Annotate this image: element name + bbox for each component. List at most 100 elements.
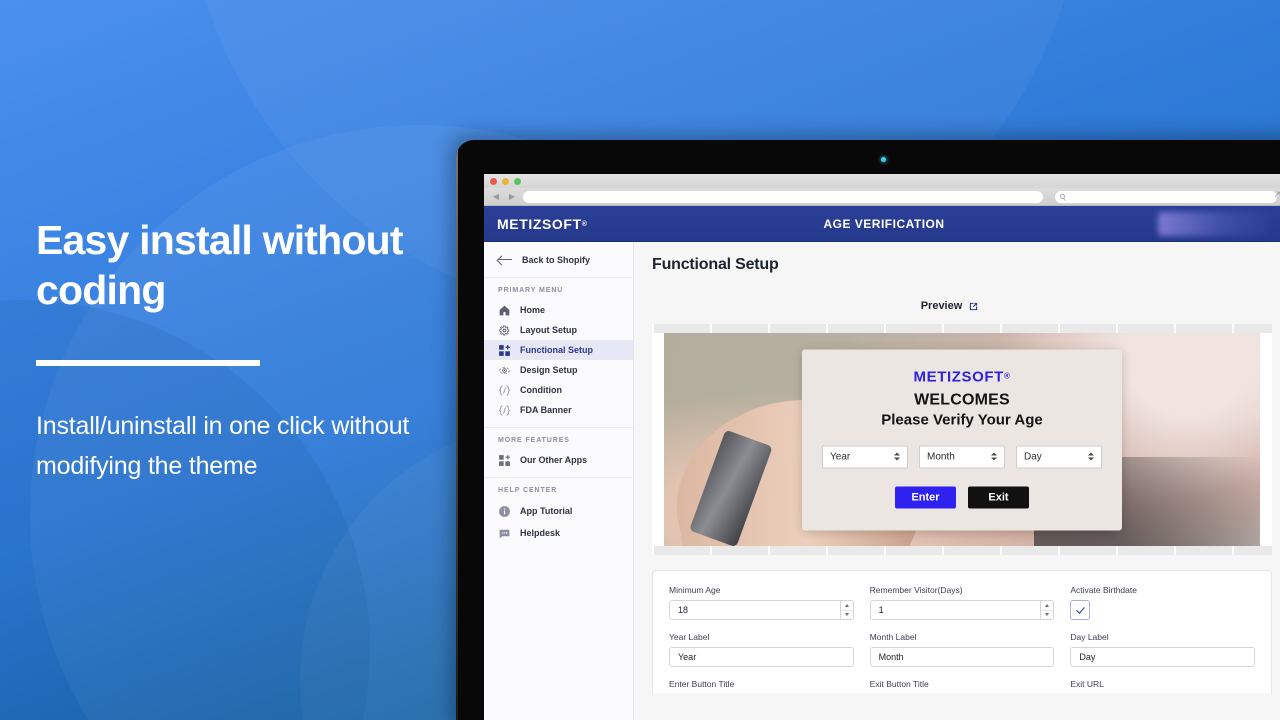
address-bar-input[interactable] [523, 190, 1043, 203]
field-exit-url: Exit URL [1070, 679, 1255, 693]
forward-navigation-icon[interactable]: ▶ [507, 192, 517, 201]
preview-stage: METIZSOFT® WELCOMES Please Verify Your A… [652, 324, 1272, 555]
sidebar-label-app-tutorial: App Tutorial [520, 506, 573, 516]
stepper-up-button[interactable] [840, 601, 853, 611]
sidebar-group-primary-menu: PRIMARY MENU Home Layout Setup Functiona… [484, 278, 633, 428]
remember-visitor-days-value: 1 [878, 605, 884, 615]
preview-row: Preview [640, 296, 1260, 314]
webcam-icon [881, 157, 886, 162]
minimum-age-value: 18 [678, 605, 689, 615]
enter-button[interactable]: Enter [895, 486, 956, 508]
promo-screenshot: Easy install without coding Install/unin… [0, 0, 1280, 720]
info-icon [499, 505, 510, 517]
label-minimum-age: Minimum Age [669, 585, 721, 595]
label-exit-button-title: Exit Button Title [869, 679, 929, 689]
stepper-down-button[interactable] [841, 611, 853, 620]
field-month-label: Month Label Month [869, 632, 1055, 667]
external-link-icon [970, 302, 978, 310]
year-select[interactable]: Year [822, 445, 908, 468]
minimum-age-input[interactable]: 18 [669, 600, 854, 620]
field-enter-button-title: Enter Button Title [669, 679, 854, 693]
main-content: Functional Setup Preview METIZSOFT® WELC… [634, 242, 1280, 720]
sidebar-item-app-tutorial[interactable]: App Tutorial [484, 500, 633, 522]
age-verification-modal: METIZSOFT® WELCOMES Please Verify Your A… [802, 349, 1122, 530]
sidebar-item-design-setup[interactable]: Design Setup [484, 360, 633, 380]
preview-ruler-bottom [652, 546, 1272, 555]
minimum-age-stepper[interactable] [839, 601, 853, 620]
sidebar-group-more-features: MORE FEATURES Our Other Apps [484, 428, 633, 478]
year-label-input[interactable]: Year [669, 647, 854, 667]
sidebar-item-our-other-apps[interactable]: Our Other Apps [484, 450, 633, 470]
year-label-value: Year [678, 652, 697, 662]
field-year-label: Year Label Year [669, 632, 854, 667]
sidebar-back-label: Back to Shopify [522, 254, 591, 265]
sidebar-back-to-shopify[interactable]: Back to Shopify [484, 242, 633, 278]
grid-plus-icon [499, 454, 510, 466]
day-select[interactable]: Day [1016, 445, 1102, 468]
sidebar-caption-help-center: HELP CENTER [498, 487, 558, 494]
settings-row-1: Minimum Age 18 Remember Visitor(Days) 1 … [669, 585, 1255, 620]
month-label-input[interactable]: Month [869, 647, 1055, 667]
sidebar-caption-primary: PRIMARY MENU [498, 287, 564, 294]
activate-birthdate-checkbox[interactable] [1070, 600, 1091, 620]
label-day-label: Day Label [1070, 632, 1109, 642]
browser-window: ◀ ▶ ↗ METIZSOFT® AGE VERIFICATION Back t… [484, 174, 1280, 720]
sidebar-item-home[interactable]: Home [484, 300, 633, 320]
remember-visitor-days-input[interactable]: 1 [869, 600, 1055, 620]
sidebar-item-fda-banner[interactable]: FDA Banner [484, 400, 633, 420]
label-year-label: Year Label [669, 632, 710, 642]
spinner-icon [991, 452, 997, 461]
exit-button[interactable]: Exit [968, 486, 1029, 508]
modal-logo-registered-mark: ® [1003, 371, 1011, 380]
modal-welcome-text: WELCOMES [914, 391, 1010, 408]
sidebar-label-functional-setup: Functional Setup [520, 345, 593, 355]
field-remember-visitor-days: Remember Visitor(Days) 1 [869, 585, 1055, 620]
preview-ruler-top [652, 324, 1272, 333]
sidebar-label-helpdesk: Helpdesk [520, 528, 561, 538]
sidebar-caption-more-features: MORE FEATURES [498, 437, 570, 444]
sidebar-item-helpdesk[interactable]: Helpdesk [484, 522, 633, 544]
window-minimize-button[interactable] [502, 177, 509, 185]
sidebar-label-home: Home [520, 305, 546, 315]
sidebar: Back to Shopify PRIMARY MENU Home Layout… [484, 242, 634, 720]
stepper-down-button[interactable] [1041, 611, 1053, 620]
check-icon [1076, 606, 1085, 614]
day-label-input[interactable]: Day [1070, 647, 1256, 667]
preview-button[interactable]: Preview [921, 300, 980, 312]
month-select[interactable]: Month [919, 445, 1005, 468]
month-label-value: Month [878, 652, 904, 662]
day-label-value: Day [1079, 652, 1096, 662]
sidebar-label-our-other-apps: Our Other Apps [520, 455, 588, 465]
grid-plus-icon [499, 344, 510, 356]
header-account-blur[interactable] [1158, 212, 1270, 236]
spinner-icon [1088, 452, 1094, 461]
window-maximize-button[interactable] [514, 177, 521, 185]
remember-visitor-days-stepper[interactable] [1040, 601, 1054, 620]
label-remember-visitor-days: Remember Visitor(Days) [869, 585, 963, 595]
eye-icon [498, 366, 511, 374]
label-exit-url: Exit URL [1070, 679, 1104, 689]
browser-toolbar: ◀ ▶ ↗ [484, 188, 1280, 206]
resize-grip-icon[interactable]: ↗ [1273, 190, 1280, 199]
year-select-value: Year [830, 451, 851, 462]
stepper-up-button[interactable] [1041, 601, 1054, 611]
code-icon [498, 404, 511, 416]
back-navigation-icon[interactable]: ◀ [491, 192, 501, 201]
app-body: Back to Shopify PRIMARY MENU Home Layout… [484, 242, 1280, 720]
day-select-value: Day [1024, 451, 1042, 462]
sidebar-label-design-setup: Design Setup [520, 365, 578, 375]
promo-headline: Easy install without coding [36, 217, 404, 313]
promo-divider [36, 360, 260, 366]
sidebar-item-condition[interactable]: Condition [484, 380, 633, 400]
modal-actions: Enter Exit [822, 486, 1102, 508]
window-close-button[interactable] [490, 177, 497, 185]
field-day-label: Day Label Day [1070, 632, 1256, 667]
sidebar-item-functional-setup[interactable]: Functional Setup [484, 340, 633, 360]
settings-row-3: Enter Button Title Exit Button Title Exi… [669, 679, 1255, 693]
browser-search-input[interactable] [1055, 190, 1277, 203]
sidebar-item-layout-setup[interactable]: Layout Setup [484, 320, 633, 340]
arrow-left-icon [498, 255, 512, 265]
label-enter-button-title: Enter Button Title [669, 679, 735, 689]
label-month-label: Month Label [869, 632, 917, 642]
sidebar-label-condition: Condition [520, 385, 562, 395]
